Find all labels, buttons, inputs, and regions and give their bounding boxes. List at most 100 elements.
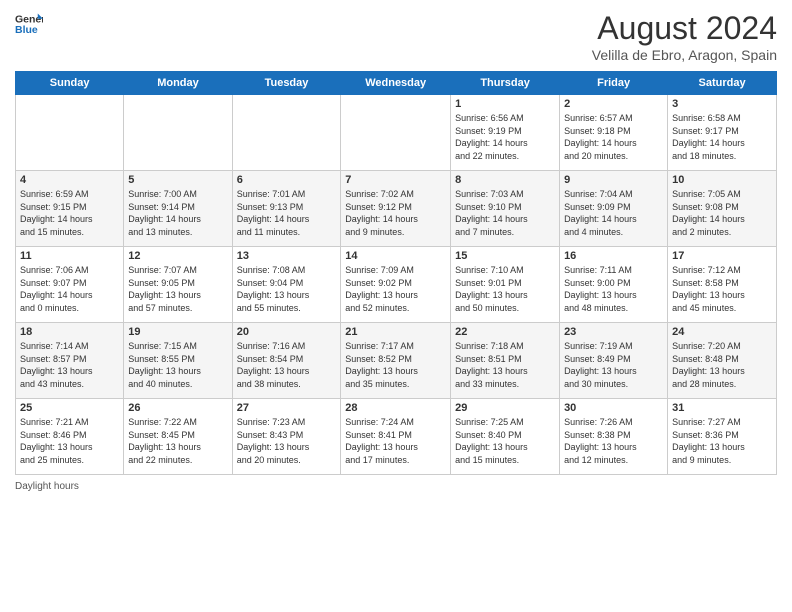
day-number: 6 (237, 174, 337, 186)
header: General Blue August 2024 Velilla de Ebro… (15, 10, 777, 63)
footer-text: Daylight hours (15, 481, 79, 492)
calendar-week-row: 4 Sunrise: 6:59 AM Sunset: 9:15 PM Daylig… (16, 171, 777, 247)
table-row: 30Sunrise: 7:26 AM Sunset: 8:38 PM Dayli… (560, 399, 668, 475)
table-row: 29Sunrise: 7:25 AM Sunset: 8:40 PM Dayli… (451, 399, 560, 475)
table-row: 23 Sunrise: 7:19 AM Sunset: 8:49 PM Dayli… (560, 323, 668, 399)
col-thursday: Thursday (451, 72, 560, 95)
calendar-week-row: 25 Sunrise: 7:21 AM Sunset: 8:46 PM Dayli… (16, 399, 777, 475)
day-info: Sunrise: 7:10 AM Sunset: 9:01 PM Dayligh… (455, 264, 555, 314)
calendar-table: Sunday Monday Tuesday Wednesday Thursday… (15, 71, 777, 475)
logo-icon: General Blue (15, 10, 43, 38)
day-number: 5 (128, 174, 227, 186)
table-row: 28 Sunrise: 7:24 AM Sunset: 8:41 PM Dayli… (341, 399, 451, 475)
day-number: 18 (20, 326, 119, 338)
calendar-week-row: 18 Sunrise: 7:14 AM Sunset: 8:57 PM Dayli… (16, 323, 777, 399)
footer: Daylight hours (15, 481, 777, 492)
calendar-week-row: 1Sunrise: 6:56 AM Sunset: 9:19 PM Daylig… (16, 95, 777, 171)
day-info: Sunrise: 7:23 AM Sunset: 8:43 PM Dayligh… (237, 416, 337, 466)
day-info: Sunrise: 7:06 AM Sunset: 9:07 PM Dayligh… (20, 264, 119, 314)
day-number: 22 (455, 326, 555, 338)
table-row: 15Sunrise: 7:10 AM Sunset: 9:01 PM Dayli… (451, 247, 560, 323)
day-number: 3 (672, 98, 772, 110)
table-row: 10 Sunrise: 7:05 AM Sunset: 9:08 PM Dayli… (668, 171, 777, 247)
table-row: 8 Sunrise: 7:03 AM Sunset: 9:10 PM Daylig… (451, 171, 560, 247)
table-row: 2Sunrise: 6:57 AM Sunset: 9:18 PM Daylig… (560, 95, 668, 171)
day-info: Sunrise: 7:04 AM Sunset: 9:09 PM Dayligh… (564, 188, 663, 238)
day-info: Sunrise: 7:26 AM Sunset: 8:38 PM Dayligh… (564, 416, 663, 466)
col-monday: Monday (124, 72, 232, 95)
svg-text:Blue: Blue (15, 24, 38, 36)
table-row: 24 Sunrise: 7:20 AM Sunset: 8:48 PM Dayli… (668, 323, 777, 399)
day-info: Sunrise: 7:07 AM Sunset: 9:05 PM Dayligh… (128, 264, 227, 314)
day-info: Sunrise: 7:27 AM Sunset: 8:36 PM Dayligh… (672, 416, 772, 466)
day-number: 25 (20, 402, 119, 414)
day-info: Sunrise: 7:24 AM Sunset: 8:41 PM Dayligh… (345, 416, 446, 466)
col-saturday: Saturday (668, 72, 777, 95)
subtitle: Velilla de Ebro, Aragon, Spain (592, 47, 777, 63)
day-number: 10 (672, 174, 772, 186)
day-info: Sunrise: 7:12 AM Sunset: 8:58 PM Dayligh… (672, 264, 772, 314)
page: General Blue August 2024 Velilla de Ebro… (0, 0, 792, 612)
table-row: 19Sunrise: 7:15 AM Sunset: 8:55 PM Dayli… (124, 323, 232, 399)
day-number: 4 (20, 174, 119, 186)
table-row: 3 Sunrise: 6:58 AM Sunset: 9:17 PM Daylig… (668, 95, 777, 171)
day-info: Sunrise: 7:00 AM Sunset: 9:14 PM Dayligh… (128, 188, 227, 238)
day-info: Sunrise: 7:14 AM Sunset: 8:57 PM Dayligh… (20, 340, 119, 390)
day-info: Sunrise: 7:21 AM Sunset: 8:46 PM Dayligh… (20, 416, 119, 466)
table-row: 13 Sunrise: 7:08 AM Sunset: 9:04 PM Dayli… (232, 247, 341, 323)
table-row: 25 Sunrise: 7:21 AM Sunset: 8:46 PM Dayli… (16, 399, 124, 475)
table-row: 21Sunrise: 7:17 AM Sunset: 8:52 PM Dayli… (341, 323, 451, 399)
day-number: 20 (237, 326, 337, 338)
day-number: 19 (128, 326, 227, 338)
day-info: Sunrise: 7:18 AM Sunset: 8:51 PM Dayligh… (455, 340, 555, 390)
day-number: 24 (672, 326, 772, 338)
table-row: 6 Sunrise: 7:01 AM Sunset: 9:13 PM Daylig… (232, 171, 341, 247)
day-info: Sunrise: 7:19 AM Sunset: 8:49 PM Dayligh… (564, 340, 663, 390)
day-info: Sunrise: 6:57 AM Sunset: 9:18 PM Dayligh… (564, 112, 663, 162)
col-friday: Friday (560, 72, 668, 95)
table-row (341, 95, 451, 171)
table-row (124, 95, 232, 171)
day-number: 28 (345, 402, 446, 414)
table-row: 1Sunrise: 6:56 AM Sunset: 9:19 PM Daylig… (451, 95, 560, 171)
day-number: 11 (20, 250, 119, 262)
day-info: Sunrise: 6:56 AM Sunset: 9:19 PM Dayligh… (455, 112, 555, 162)
day-info: Sunrise: 6:59 AM Sunset: 9:15 PM Dayligh… (20, 188, 119, 238)
table-row: 9Sunrise: 7:04 AM Sunset: 9:09 PM Daylig… (560, 171, 668, 247)
day-info: Sunrise: 7:05 AM Sunset: 9:08 PM Dayligh… (672, 188, 772, 238)
table-row: 18 Sunrise: 7:14 AM Sunset: 8:57 PM Dayli… (16, 323, 124, 399)
day-info: Sunrise: 7:01 AM Sunset: 9:13 PM Dayligh… (237, 188, 337, 238)
table-row: 31 Sunrise: 7:27 AM Sunset: 8:36 PM Dayli… (668, 399, 777, 475)
table-row: 7Sunrise: 7:02 AM Sunset: 9:12 PM Daylig… (341, 171, 451, 247)
day-number: 31 (672, 402, 772, 414)
table-row: 17 Sunrise: 7:12 AM Sunset: 8:58 PM Dayli… (668, 247, 777, 323)
day-number: 8 (455, 174, 555, 186)
day-number: 12 (128, 250, 227, 262)
day-number: 17 (672, 250, 772, 262)
table-row: 20 Sunrise: 7:16 AM Sunset: 8:54 PM Dayli… (232, 323, 341, 399)
day-info: Sunrise: 7:22 AM Sunset: 8:45 PM Dayligh… (128, 416, 227, 466)
title-section: August 2024 Velilla de Ebro, Aragon, Spa… (592, 10, 777, 63)
day-info: Sunrise: 7:25 AM Sunset: 8:40 PM Dayligh… (455, 416, 555, 466)
day-number: 13 (237, 250, 337, 262)
day-number: 14 (345, 250, 446, 262)
table-row (232, 95, 341, 171)
table-row: 16Sunrise: 7:11 AM Sunset: 9:00 PM Dayli… (560, 247, 668, 323)
day-number: 23 (564, 326, 663, 338)
table-row: 27Sunrise: 7:23 AM Sunset: 8:43 PM Dayli… (232, 399, 341, 475)
col-tuesday: Tuesday (232, 72, 341, 95)
table-row: 12 Sunrise: 7:07 AM Sunset: 9:05 PM Dayli… (124, 247, 232, 323)
table-row: 5 Sunrise: 7:00 AM Sunset: 9:14 PM Daylig… (124, 171, 232, 247)
table-row: 11 Sunrise: 7:06 AM Sunset: 9:07 PM Dayli… (16, 247, 124, 323)
day-info: Sunrise: 7:09 AM Sunset: 9:02 PM Dayligh… (345, 264, 446, 314)
day-info: Sunrise: 7:16 AM Sunset: 8:54 PM Dayligh… (237, 340, 337, 390)
day-number: 26 (128, 402, 227, 414)
day-info: Sunrise: 7:20 AM Sunset: 8:48 PM Dayligh… (672, 340, 772, 390)
col-sunday: Sunday (16, 72, 124, 95)
day-info: Sunrise: 6:58 AM Sunset: 9:17 PM Dayligh… (672, 112, 772, 162)
calendar-header-row: Sunday Monday Tuesday Wednesday Thursday… (16, 72, 777, 95)
day-info: Sunrise: 7:03 AM Sunset: 9:10 PM Dayligh… (455, 188, 555, 238)
day-info: Sunrise: 7:02 AM Sunset: 9:12 PM Dayligh… (345, 188, 446, 238)
day-info: Sunrise: 7:08 AM Sunset: 9:04 PM Dayligh… (237, 264, 337, 314)
day-number: 21 (345, 326, 446, 338)
